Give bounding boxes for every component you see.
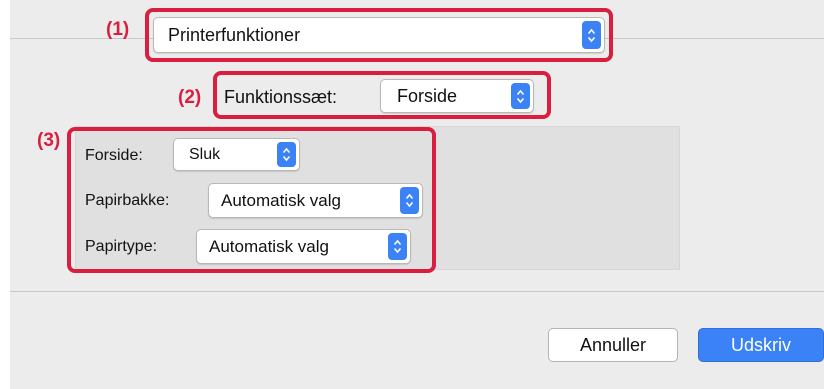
callout-1: (1) [106, 19, 130, 40]
callout-2: (2) [178, 87, 202, 108]
highlight-box-2 [213, 71, 551, 119]
print-button[interactable]: Udskriv [698, 328, 824, 362]
highlight-box-3 [67, 127, 436, 273]
highlight-box-1 [145, 8, 613, 62]
callout-3: (3) [37, 130, 61, 151]
cancel-button[interactable]: Annuller [548, 328, 678, 362]
bottom-separator [10, 291, 824, 292]
